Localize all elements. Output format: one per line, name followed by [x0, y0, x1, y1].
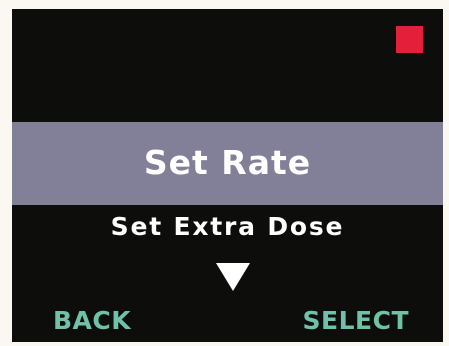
select-button[interactable]: SELECT	[303, 306, 410, 335]
menu-item-label-set-rate: Set Rate	[143, 143, 312, 182]
menu-item-set-extra-dose[interactable]: Set Extra Dose	[12, 212, 443, 241]
menu-item-selected[interactable]: Set Rate	[12, 122, 443, 205]
back-button[interactable]: BACK	[53, 306, 131, 335]
device-screen: Set Rate Set Extra Dose BACK SELECT	[12, 9, 443, 342]
down-arrow-icon	[216, 263, 250, 291]
status-indicator-icon	[396, 26, 423, 53]
